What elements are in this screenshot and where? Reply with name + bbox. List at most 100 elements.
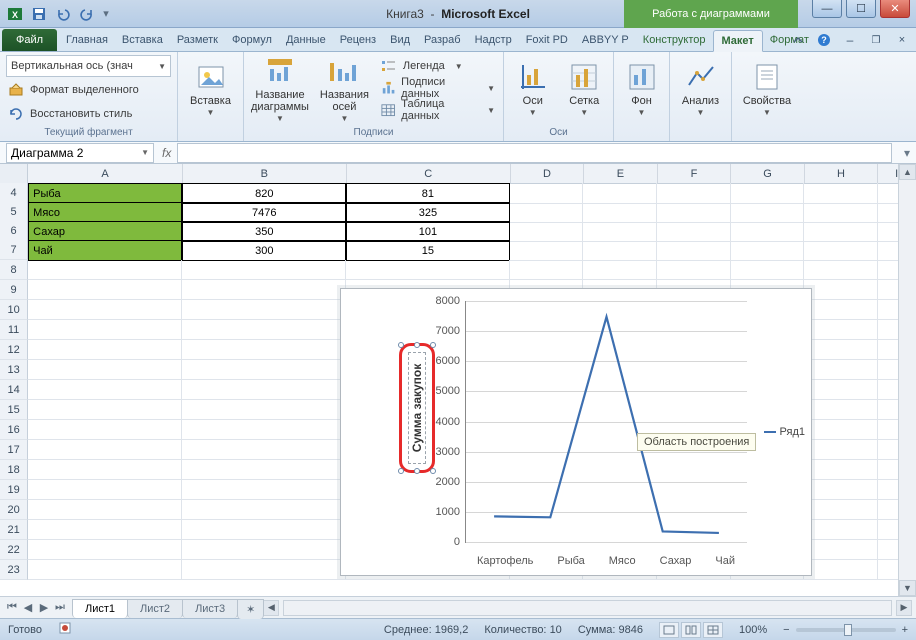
- cell[interactable]: [731, 202, 805, 223]
- cell[interactable]: [510, 183, 584, 204]
- chart-series-line[interactable]: [466, 301, 747, 542]
- cell[interactable]: [804, 202, 878, 223]
- cell[interactable]: [804, 560, 878, 580]
- data-table-button[interactable]: Таблица данных ▼: [379, 99, 497, 121]
- tab-home[interactable]: Главная: [59, 29, 115, 51]
- row-header[interactable]: 16: [0, 420, 28, 440]
- row-header[interactable]: 22: [0, 540, 28, 560]
- sheet-tab-active[interactable]: Лист1: [72, 599, 128, 618]
- cell[interactable]: [657, 202, 731, 223]
- row-header[interactable]: 14: [0, 380, 28, 400]
- cell[interactable]: [804, 240, 878, 261]
- normal-view-icon[interactable]: [659, 622, 679, 638]
- cell[interactable]: [583, 240, 657, 261]
- resize-handle[interactable]: [414, 342, 420, 348]
- row-header[interactable]: 15: [0, 400, 28, 420]
- prev-sheet-icon[interactable]: ◀: [20, 601, 36, 614]
- workbook-close-icon[interactable]: ×: [892, 30, 912, 50]
- cell[interactable]: [28, 520, 182, 540]
- close-button[interactable]: ✕: [880, 0, 910, 18]
- cell[interactable]: [182, 460, 346, 480]
- minimize-ribbon-icon[interactable]: [788, 30, 808, 50]
- cell[interactable]: [182, 340, 346, 360]
- cell[interactable]: [28, 260, 182, 280]
- cell[interactable]: [510, 260, 584, 280]
- cell[interactable]: [28, 480, 182, 500]
- format-selection-button[interactable]: Формат выделенного: [6, 79, 171, 101]
- row-header[interactable]: 5: [0, 202, 28, 222]
- plot-area[interactable]: 010002000300040005000600070008000: [465, 301, 747, 543]
- cell[interactable]: [804, 480, 878, 500]
- minimize-button[interactable]: —: [812, 0, 842, 18]
- scroll-right-icon[interactable]: ▶: [896, 600, 912, 616]
- app-icon[interactable]: X: [4, 3, 26, 25]
- cell[interactable]: [28, 380, 182, 400]
- y-axis-title-selected[interactable]: Сумма закупок: [399, 343, 435, 473]
- legend-button[interactable]: Легенда ▼: [379, 55, 497, 77]
- cell[interactable]: [510, 240, 584, 261]
- new-sheet-button[interactable]: ✶: [237, 599, 264, 619]
- cell[interactable]: [804, 520, 878, 540]
- cell[interactable]: [804, 400, 878, 420]
- cell[interactable]: [182, 320, 346, 340]
- cell[interactable]: [731, 221, 805, 242]
- last-sheet-icon[interactable]: ⏭: [52, 601, 68, 614]
- chart-legend[interactable]: Ряд1: [764, 426, 805, 438]
- row-header[interactable]: 8: [0, 260, 28, 280]
- chart-element-selector[interactable]: Вертикальная ось (знач ▼: [6, 55, 171, 77]
- zoom-out-icon[interactable]: −: [783, 624, 789, 636]
- cell[interactable]: 300: [182, 240, 346, 261]
- tab-abbyy[interactable]: ABBYY P: [575, 29, 636, 51]
- redo-icon[interactable]: [76, 3, 98, 25]
- tab-addins[interactable]: Надстр: [468, 29, 519, 51]
- col-header[interactable]: H: [805, 164, 879, 184]
- row-header[interactable]: 6: [0, 221, 28, 241]
- cell[interactable]: [510, 221, 584, 242]
- cell[interactable]: [657, 240, 731, 261]
- cell[interactable]: [583, 202, 657, 223]
- cell[interactable]: 81: [346, 183, 510, 204]
- cell[interactable]: [182, 400, 346, 420]
- expand-formula-bar-icon[interactable]: ▾: [898, 146, 916, 160]
- page-break-view-icon[interactable]: [703, 622, 723, 638]
- tab-design[interactable]: Конструктор: [636, 29, 713, 51]
- fx-icon[interactable]: fx: [162, 146, 171, 160]
- tab-formulas[interactable]: Формул: [225, 29, 279, 51]
- cell[interactable]: 101: [346, 221, 510, 242]
- macro-record-icon[interactable]: [58, 621, 72, 638]
- tab-view[interactable]: Вид: [383, 29, 417, 51]
- row-header[interactable]: 13: [0, 360, 28, 380]
- cell[interactable]: [28, 320, 182, 340]
- qat-customize-icon[interactable]: ▾: [100, 3, 112, 25]
- cell[interactable]: [583, 183, 657, 204]
- row-header[interactable]: 17: [0, 440, 28, 460]
- col-header[interactable]: B: [183, 164, 347, 184]
- cell[interactable]: Мясо: [28, 202, 182, 223]
- tab-data[interactable]: Данные: [279, 29, 333, 51]
- cell[interactable]: [182, 300, 346, 320]
- tab-review[interactable]: Реценз: [333, 29, 383, 51]
- cell[interactable]: [28, 440, 182, 460]
- tab-developer[interactable]: Разраб: [417, 29, 468, 51]
- cell[interactable]: [28, 500, 182, 520]
- vertical-scrollbar[interactable]: ▲ ▼: [898, 164, 916, 596]
- cell[interactable]: [804, 260, 878, 280]
- scroll-left-icon[interactable]: ◀: [263, 600, 279, 616]
- cell[interactable]: [28, 560, 182, 580]
- cell[interactable]: [804, 320, 878, 340]
- insert-button[interactable]: Вставка ▼: [184, 55, 237, 123]
- cell[interactable]: [583, 221, 657, 242]
- cell[interactable]: [804, 540, 878, 560]
- cell[interactable]: [804, 300, 878, 320]
- row-header[interactable]: 7: [0, 240, 28, 260]
- cell[interactable]: [28, 280, 182, 300]
- cell[interactable]: [28, 420, 182, 440]
- cell[interactable]: [657, 183, 731, 204]
- cell[interactable]: [804, 380, 878, 400]
- row-header[interactable]: 11: [0, 320, 28, 340]
- col-header[interactable]: E: [584, 164, 658, 184]
- formula-input[interactable]: [177, 143, 892, 163]
- background-button[interactable]: Фон ▼: [620, 55, 663, 123]
- cell[interactable]: [182, 280, 346, 300]
- cell[interactable]: [804, 440, 878, 460]
